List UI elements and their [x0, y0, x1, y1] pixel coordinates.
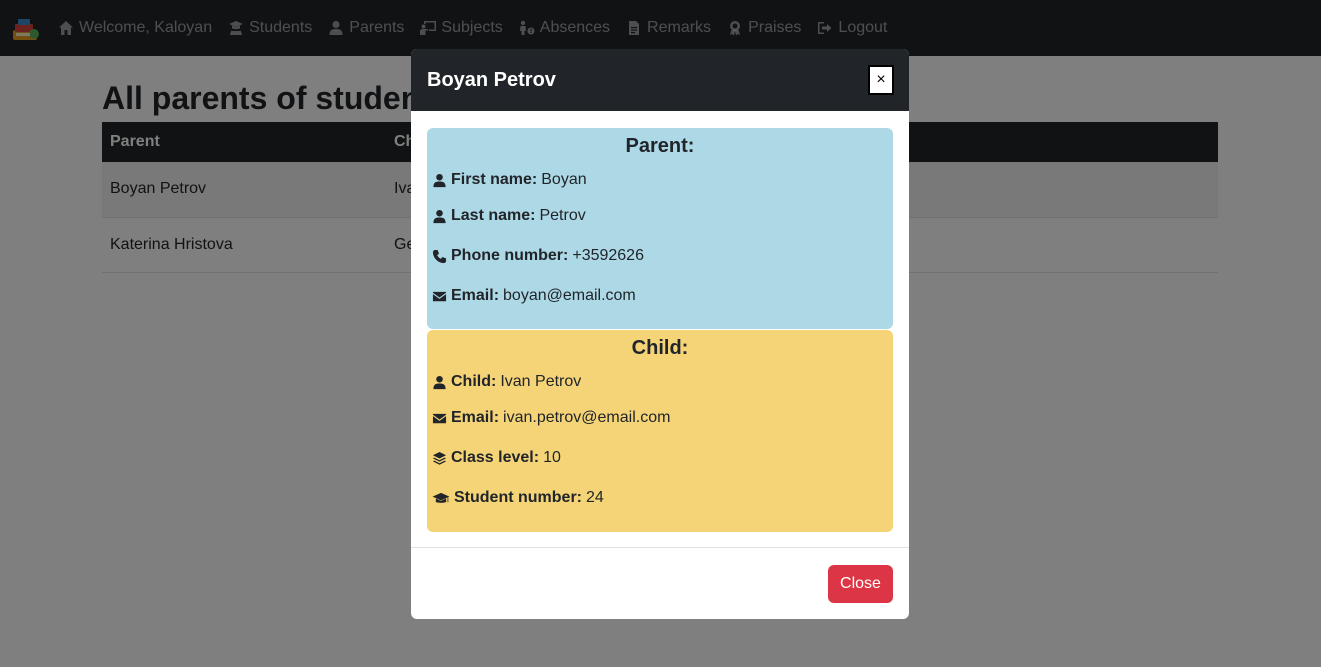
phone-icon — [432, 249, 447, 263]
child-email-label: Email: — [451, 409, 500, 426]
parent-card: Parent: First name: Boyan Last name: Pet… — [427, 128, 893, 329]
parent-email-value: boyan@email.com — [503, 287, 636, 304]
child-name-label: Child: — [451, 373, 497, 390]
modal-footer: Close — [411, 547, 909, 619]
modal-title: Boyan Petrov — [427, 68, 556, 91]
user-icon — [433, 209, 446, 223]
modal-body: Parent: First name: Boyan Last name: Pet… — [411, 111, 909, 532]
graduation-cap-icon — [432, 492, 450, 503]
first-name-row: First name: Boyan — [432, 164, 888, 196]
modal-header: Boyan Petrov × — [411, 49, 909, 111]
close-button[interactable]: Close — [828, 565, 893, 603]
layers-icon — [432, 451, 447, 465]
student-number-label: Student number: — [454, 489, 582, 506]
modal-close-x-button[interactable]: × — [868, 65, 894, 95]
parent-email-row: Email: boyan@email.com — [432, 276, 888, 316]
child-card: Child: Child: Ivan Petrov Email: ivan.pe… — [427, 330, 893, 532]
child-email-row: Email: ivan.petrov@email.com — [432, 398, 888, 438]
last-name-row: Last name: Petrov — [432, 196, 888, 236]
phone-value: +3592626 — [572, 247, 644, 264]
user-icon — [433, 375, 446, 389]
last-name-label: Last name: — [451, 207, 536, 224]
parent-card-heading: Parent: — [625, 135, 695, 157]
last-name-value: Petrov — [539, 207, 586, 224]
parent-email-label: Email: — [451, 287, 500, 304]
envelope-icon — [432, 291, 447, 301]
user-icon — [433, 173, 446, 187]
student-number-value: 24 — [586, 489, 604, 506]
parent-details-modal: Boyan Petrov × Parent: First name: Boyan… — [411, 49, 909, 619]
first-name-label: First name: — [451, 171, 538, 188]
envelope-icon — [432, 413, 447, 423]
child-card-heading: Child: — [631, 337, 689, 359]
child-name-value: Ivan Petrov — [500, 373, 582, 390]
class-level-label: Class level: — [451, 449, 540, 466]
child-name-row: Child: Ivan Petrov — [432, 366, 888, 398]
student-number-row: Student number: 24 — [432, 478, 888, 518]
child-email-value: ivan.petrov@email.com — [503, 409, 671, 426]
first-name-value: Boyan — [541, 171, 587, 188]
phone-row: Phone number: +3592626 — [432, 236, 888, 276]
class-level-row: Class level: 10 — [432, 438, 888, 478]
phone-label: Phone number: — [451, 247, 569, 264]
class-level-value: 10 — [543, 449, 561, 466]
